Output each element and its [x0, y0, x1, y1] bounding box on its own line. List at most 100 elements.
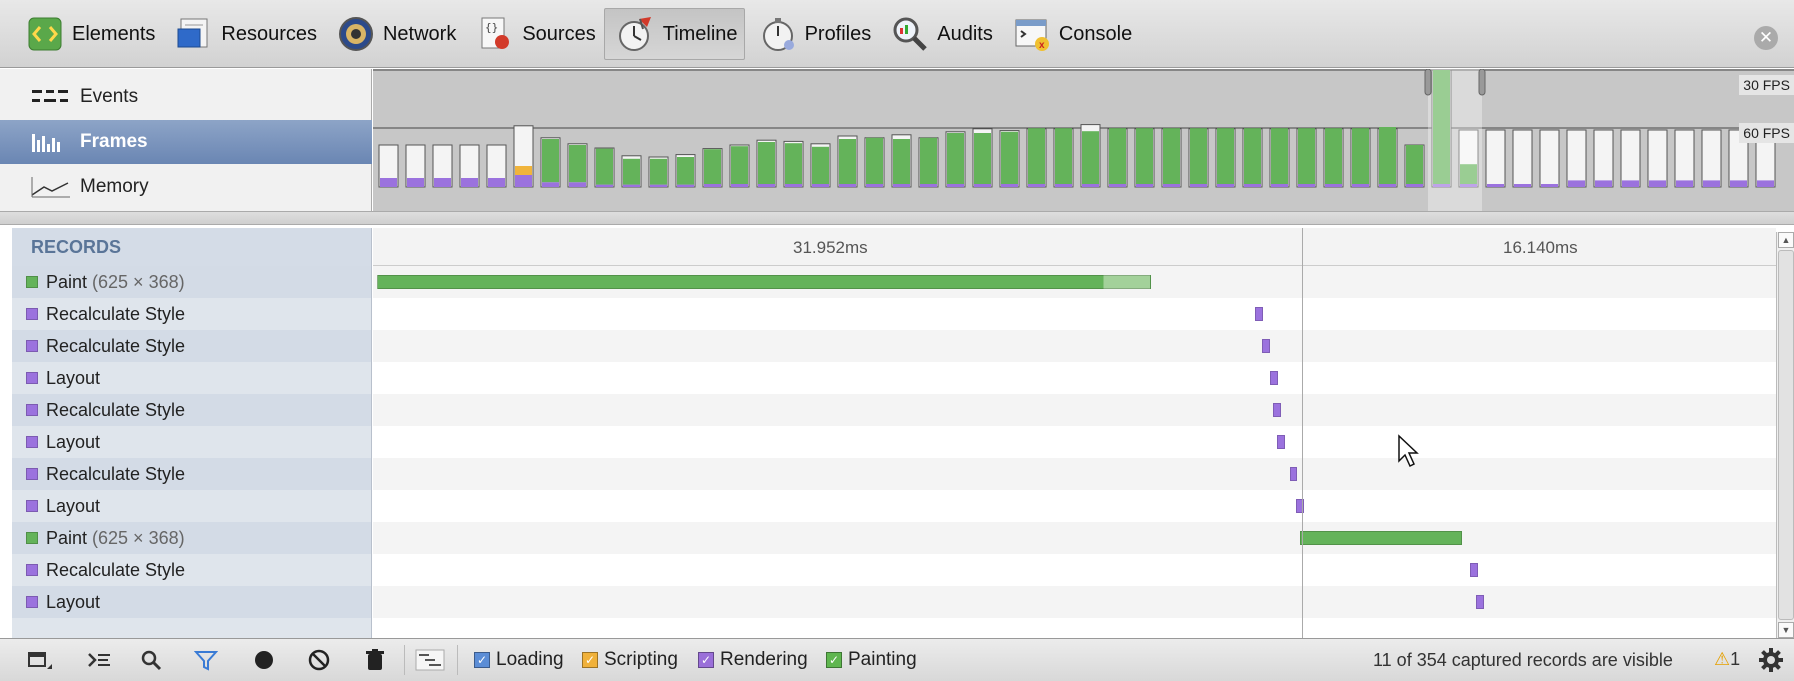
audits-icon: [891, 15, 929, 53]
frame-segment: [1379, 184, 1396, 187]
record-bar[interactable]: [1300, 531, 1462, 545]
record-icon[interactable]: [242, 643, 286, 677]
frame-segment: [920, 137, 937, 184]
record-dimensions: (625 × 368): [92, 527, 185, 548]
dock-icon[interactable]: [18, 643, 62, 677]
fps-30-label: 30 FPS: [1739, 75, 1794, 95]
frame-segment: [866, 137, 883, 184]
close-icon[interactable]: ✕: [1754, 26, 1778, 50]
frame-segment: [731, 184, 748, 187]
clear-icon[interactable]: [297, 643, 341, 677]
svg-text:{}: {}: [485, 21, 498, 34]
frame-divider-line: [1302, 228, 1303, 638]
table-row[interactable]: Recalculate Style: [12, 554, 1776, 586]
record-bar[interactable]: [1476, 595, 1484, 609]
tab-resources[interactable]: Resources: [163, 8, 323, 60]
records-scrollbar[interactable]: ▲ ▼: [1776, 232, 1794, 638]
console-prompt-icon[interactable]: [77, 643, 121, 677]
checkbox-checked-icon[interactable]: ✓: [826, 652, 842, 668]
table-row[interactable]: Layout: [12, 362, 1776, 394]
frame-segment: [461, 178, 478, 187]
checkbox-checked-icon[interactable]: ✓: [698, 652, 714, 668]
time-label: 31.952ms: [793, 238, 868, 257]
table-row[interactable]: Layout: [12, 586, 1776, 618]
record-bar[interactable]: [1262, 339, 1270, 353]
frame-segment: [1028, 128, 1045, 184]
frame-segment: [1136, 184, 1153, 187]
tab-console[interactable]: x Console: [1001, 8, 1138, 60]
table-row[interactable]: Paint (625 × 368): [12, 266, 1776, 298]
record-name: Recalculate Style: [46, 399, 186, 420]
record-bar[interactable]: [1270, 371, 1278, 385]
filter-label: Rendering: [720, 649, 808, 670]
garbage-collect-icon[interactable]: [353, 643, 397, 677]
frame-segment: [974, 184, 991, 187]
settings-gear-icon[interactable]: [1752, 643, 1790, 677]
network-icon: [337, 15, 375, 53]
filter-loading[interactable]: ✓ Loading: [474, 649, 564, 671]
warning-count: 1: [1730, 649, 1741, 669]
warning-counter[interactable]: ⚠1: [1714, 649, 1740, 670]
row-timeline-track: [373, 362, 1776, 394]
table-row[interactable]: Recalculate Style: [12, 298, 1776, 330]
scrollbar-thumb[interactable]: [1778, 250, 1794, 620]
overview-item-memory[interactable]: Memory: [0, 165, 372, 209]
frame-segment: [596, 148, 613, 185]
overview-item-events[interactable]: Events: [0, 75, 372, 119]
overview-item-label: Frames: [80, 131, 148, 152]
tab-timeline[interactable]: Timeline: [603, 8, 745, 60]
frame-segment: [1217, 128, 1234, 184]
table-row[interactable]: Recalculate Style: [12, 458, 1776, 490]
checkbox-checked-icon[interactable]: ✓: [582, 652, 598, 668]
selection-handle-left: [1424, 69, 1432, 96]
record-bar[interactable]: [1273, 403, 1281, 417]
filter-rendering[interactable]: ✓ Rendering: [698, 649, 808, 671]
record-bar[interactable]: [1290, 467, 1297, 481]
frame-segment: [1217, 184, 1234, 187]
filter-icon[interactable]: [184, 643, 228, 677]
overview-item-frames[interactable]: Frames: [0, 120, 372, 164]
table-row[interactable]: Recalculate Style: [12, 330, 1776, 362]
tab-audits[interactable]: Audits: [879, 8, 999, 60]
records-count-status: 11 of 354 captured records are visible: [1373, 650, 1673, 670]
frame-segment: [515, 166, 532, 175]
record-bar[interactable]: [1277, 435, 1285, 449]
rendering-category-swatch: [26, 564, 38, 576]
table-row[interactable]: [12, 618, 1776, 638]
scroll-up-icon[interactable]: ▲: [1778, 232, 1794, 248]
record-bar[interactable]: [1255, 307, 1263, 321]
tab-label: Timeline: [662, 22, 738, 45]
frame-segment: [1622, 180, 1639, 187]
frame-segment: [893, 184, 910, 187]
table-row[interactable]: Recalculate Style: [12, 394, 1776, 426]
frame-segment: [1244, 184, 1261, 187]
filter-scripting[interactable]: ✓ Scripting: [582, 649, 678, 671]
record-bar[interactable]: [377, 275, 1151, 289]
filter-painting[interactable]: ✓ Painting: [826, 649, 917, 671]
record-label: Layout: [12, 362, 372, 394]
table-row[interactable]: Paint (625 × 368): [12, 522, 1776, 554]
frame-segment: [623, 184, 640, 187]
tab-elements[interactable]: Elements: [14, 8, 161, 60]
checkbox-checked-icon[interactable]: ✓: [474, 652, 490, 668]
tab-sources[interactable]: {} Sources: [464, 8, 601, 60]
frame-segment: [1568, 180, 1585, 187]
frame-segment: [1271, 184, 1288, 187]
frame-segment: [542, 182, 559, 187]
row-timeline-track: [373, 394, 1776, 426]
frames-overview-graph[interactable]: 30 FPS 60 FPS: [373, 69, 1794, 219]
table-row[interactable]: Layout: [12, 426, 1776, 458]
scroll-down-icon[interactable]: ▼: [1778, 622, 1794, 638]
glue-records-icon[interactable]: [408, 643, 452, 677]
record-label: Layout: [12, 586, 372, 618]
record-label: Recalculate Style: [12, 298, 372, 330]
table-row[interactable]: Layout: [12, 490, 1776, 522]
tab-network[interactable]: Network: [325, 8, 462, 60]
search-icon[interactable]: [129, 643, 173, 677]
record-bar[interactable]: [1470, 563, 1478, 577]
frame-segment: [758, 142, 775, 184]
frame-segment: [1379, 127, 1396, 184]
row-timeline-track: [373, 330, 1776, 362]
tab-profiles[interactable]: Profiles: [747, 8, 878, 60]
overview-splitter[interactable]: [0, 211, 1794, 225]
